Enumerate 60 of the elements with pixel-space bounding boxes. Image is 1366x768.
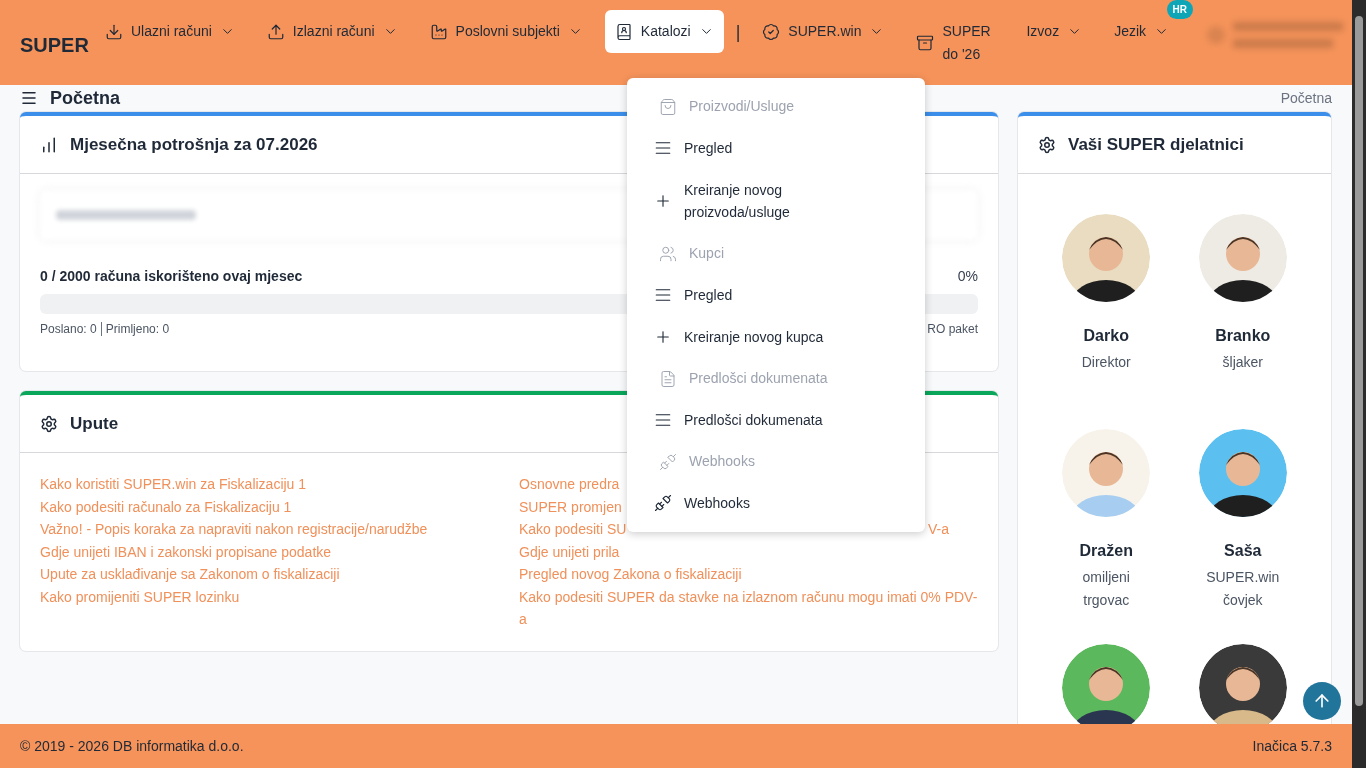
menu-section-header: Proizvodi/Usluge bbox=[627, 86, 925, 127]
nav-item[interactable]: Poslovni subjekti bbox=[419, 10, 593, 53]
language-badge: HR bbox=[1166, 0, 1194, 19]
menu-item[interactable]: Kreiranje novog kupca bbox=[627, 316, 925, 358]
menu-item[interactable]: Pregled bbox=[627, 274, 925, 316]
nav-icon bbox=[614, 22, 633, 41]
breadcrumb[interactable]: Početna bbox=[1280, 87, 1332, 109]
card-title: Upute bbox=[70, 412, 119, 435]
menu-section-header: Kupci bbox=[627, 233, 925, 274]
section-icon bbox=[659, 369, 677, 388]
staff-role: omiljeni trgovac bbox=[1081, 568, 1131, 610]
section-icon bbox=[659, 244, 677, 263]
menu-item[interactable]: Kreiranje novog proizvoda/usluge bbox=[627, 169, 925, 233]
menu-item-icon bbox=[654, 494, 672, 512]
nav-item[interactable]: Ulazni računi bbox=[94, 10, 245, 53]
staff-name: Darko bbox=[1083, 326, 1129, 346]
menu-item[interactable]: Predlošci dokumenata bbox=[627, 399, 925, 441]
staff-name: Dražen bbox=[1079, 541, 1133, 561]
usage-percent: 0% bbox=[957, 267, 978, 286]
nav-separator: | bbox=[735, 21, 741, 44]
nav-item[interactable]: SUPER.win bbox=[752, 10, 895, 53]
staff-name: Saša bbox=[1224, 541, 1262, 561]
menu-item-icon bbox=[654, 286, 672, 304]
package-label: RO paket bbox=[927, 321, 978, 338]
received-count: Primljeno: 0 bbox=[105, 321, 170, 338]
nav-item[interactable]: SUPER do '26 bbox=[906, 18, 1005, 68]
nav-icon bbox=[916, 34, 935, 52]
settings-icon bbox=[1038, 135, 1056, 154]
sent-count: Poslano: 0 bbox=[40, 321, 97, 338]
usage-text: 0 / 2000 računa iskorišteno ovaj mjesec bbox=[40, 267, 303, 286]
card-title: Vaši SUPER djelatnici bbox=[1068, 133, 1244, 156]
section-icon bbox=[659, 452, 677, 471]
menu-item[interactable]: Webhooks bbox=[627, 482, 925, 524]
chart-icon bbox=[40, 135, 58, 154]
staff-role: šljaker bbox=[1221, 353, 1264, 372]
menu-section-header: Webhooks bbox=[627, 441, 925, 482]
version: Inačica 5.7.3 bbox=[1252, 736, 1332, 756]
nav-item[interactable]: Katalozi bbox=[604, 10, 724, 53]
nav-item[interactable]: Izlazni računi bbox=[256, 10, 408, 53]
section-icon bbox=[659, 97, 677, 116]
menu-item[interactable]: Pregled bbox=[627, 127, 925, 169]
card-title: Mjesečna potrošnja za 07.2026 bbox=[70, 133, 318, 156]
brand-logo: SUPER bbox=[20, 33, 89, 58]
menu-item-icon bbox=[654, 139, 672, 157]
nav-icon bbox=[104, 22, 123, 41]
page-title: Početna bbox=[50, 86, 121, 110]
menu-item-icon bbox=[654, 192, 672, 210]
nav-icon bbox=[266, 22, 285, 41]
nav-icon bbox=[762, 22, 781, 41]
staff-role: Direktor bbox=[1080, 353, 1132, 372]
settings-icon bbox=[40, 414, 58, 433]
menu-icon[interactable] bbox=[20, 89, 38, 107]
nav-item[interactable]: Izvoz bbox=[1016, 10, 1093, 53]
copyright: © 2019 - 2026 DB informatika d.o.o. bbox=[20, 736, 244, 756]
staff-name: Branko bbox=[1215, 326, 1271, 346]
menu-item-icon bbox=[654, 328, 672, 346]
menu-item-icon bbox=[654, 411, 672, 429]
menu-section-header: Predlošci dokumenata bbox=[627, 358, 925, 399]
nav-icon bbox=[429, 22, 448, 41]
staff-role: SUPER.win čovjek bbox=[1205, 568, 1281, 610]
